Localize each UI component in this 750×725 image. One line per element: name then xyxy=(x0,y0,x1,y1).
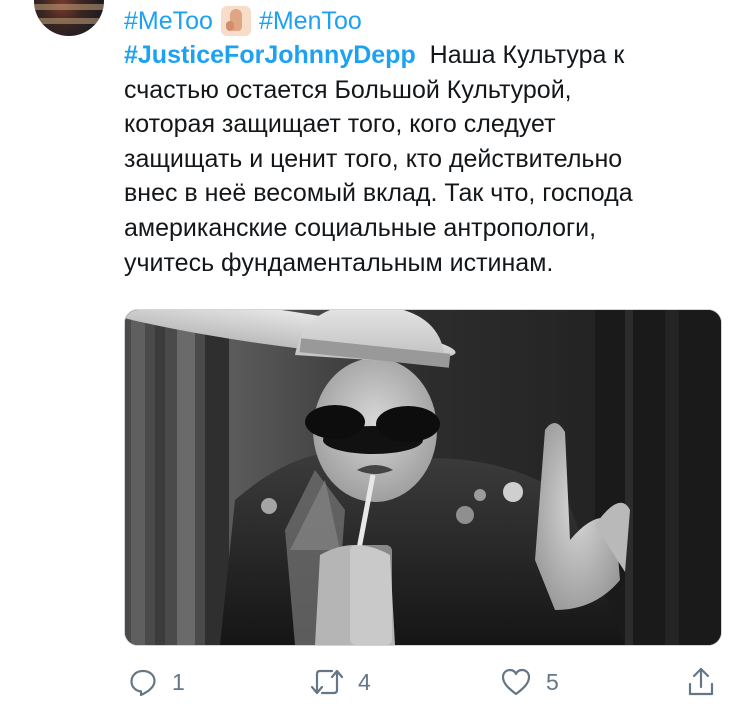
hashtag-metoo[interactable]: #MeToo xyxy=(124,7,213,36)
raised-hand-emoji-icon xyxy=(220,6,251,36)
share-button[interactable] xyxy=(686,662,716,702)
tweet-text-line-7: учитесь фундаментальным истинам. xyxy=(124,248,554,277)
tweet-actions: 1 4 5 xyxy=(124,662,724,702)
hashtag-justiceforjohnnydepp[interactable]: #JusticeForJohnnyDepp xyxy=(124,41,416,69)
tweet-text-line-5: внес в неё весомый вклад. Так что, госпо… xyxy=(124,179,633,208)
tweet-text-line-6: американские социальные антропологи, xyxy=(124,213,597,242)
like-button[interactable]: 5 xyxy=(500,662,559,702)
retweet-count: 4 xyxy=(358,668,371,695)
hashtag-line: #MeToo #MenToo xyxy=(124,4,362,38)
retweet-icon xyxy=(310,669,344,695)
retweet-button[interactable]: 4 xyxy=(310,662,371,702)
tweet-text-line-4: защищать и ценит того, кто действительно xyxy=(124,144,623,173)
tweet-text-line-2: счастью остается Большой Культурой, xyxy=(124,75,572,104)
like-count: 5 xyxy=(546,668,559,695)
reply-icon xyxy=(130,669,156,697)
tweet-text: #JusticeForJohnnyDepp Наша Культура к сча… xyxy=(124,38,724,280)
author-avatar[interactable] xyxy=(34,0,104,36)
reply-count: 1 xyxy=(172,668,185,695)
tweet-text-line-1: Наша Культура к xyxy=(429,41,625,69)
reply-button[interactable]: 1 xyxy=(128,662,185,702)
tweet-photo[interactable] xyxy=(124,309,722,646)
hashtag-mentoo[interactable]: #MenToo xyxy=(259,7,362,36)
heart-icon xyxy=(501,668,531,696)
photo-image xyxy=(125,310,721,645)
tweet-text-line-3: которая защищает того, кого следует xyxy=(124,110,556,139)
share-icon xyxy=(688,667,714,696)
